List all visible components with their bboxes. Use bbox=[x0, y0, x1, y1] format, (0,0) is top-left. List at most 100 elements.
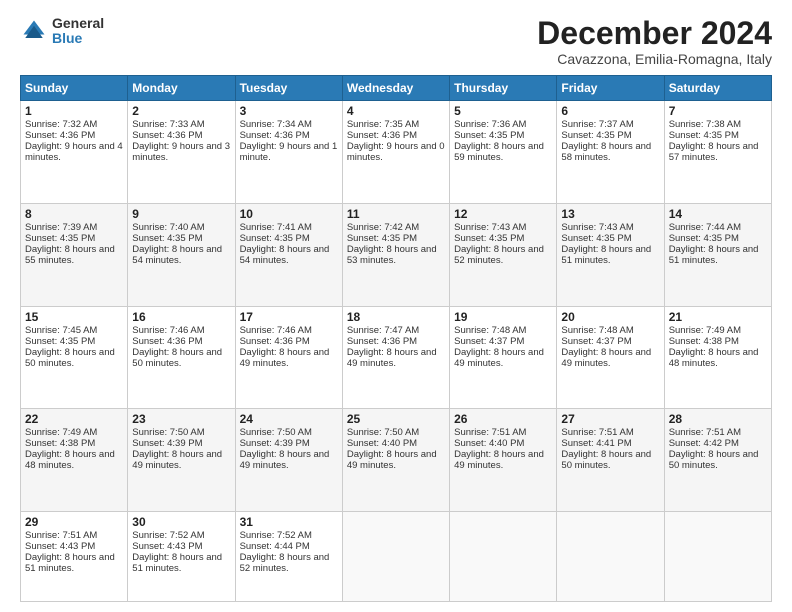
table-cell bbox=[557, 511, 664, 601]
sunset-label: Sunset: 4:36 PM bbox=[347, 336, 417, 347]
sunrise-label: Sunrise: 7:52 AM bbox=[132, 530, 204, 541]
sunset-label: Sunset: 4:35 PM bbox=[561, 233, 631, 244]
daylight-label: Daylight: 8 hours and 50 minutes. bbox=[132, 347, 222, 369]
table-cell: 23 Sunrise: 7:50 AM Sunset: 4:39 PM Dayl… bbox=[128, 409, 235, 512]
month-title: December 2024 bbox=[537, 16, 772, 51]
sunrise-label: Sunrise: 7:51 AM bbox=[454, 427, 526, 438]
day-number: 16 bbox=[132, 310, 230, 324]
sunset-label: Sunset: 4:38 PM bbox=[669, 336, 739, 347]
sunrise-label: Sunrise: 7:46 AM bbox=[132, 325, 204, 336]
table-cell: 25 Sunrise: 7:50 AM Sunset: 4:40 PM Dayl… bbox=[342, 409, 449, 512]
daylight-label: Daylight: 8 hours and 54 minutes. bbox=[240, 244, 330, 266]
sunrise-label: Sunrise: 7:42 AM bbox=[347, 222, 419, 233]
daylight-label: Daylight: 8 hours and 49 minutes. bbox=[454, 449, 544, 471]
sunrise-label: Sunrise: 7:40 AM bbox=[132, 222, 204, 233]
daylight-label: Daylight: 8 hours and 49 minutes. bbox=[561, 347, 651, 369]
day-number: 4 bbox=[347, 104, 445, 118]
day-number: 24 bbox=[240, 412, 338, 426]
day-number: 15 bbox=[25, 310, 123, 324]
col-sunday: Sunday bbox=[21, 76, 128, 101]
sunrise-label: Sunrise: 7:51 AM bbox=[25, 530, 97, 541]
sunset-label: Sunset: 4:36 PM bbox=[347, 130, 417, 141]
day-number: 30 bbox=[132, 515, 230, 529]
table-cell: 30 Sunrise: 7:52 AM Sunset: 4:43 PM Dayl… bbox=[128, 511, 235, 601]
sunrise-label: Sunrise: 7:50 AM bbox=[347, 427, 419, 438]
day-number: 31 bbox=[240, 515, 338, 529]
sunset-label: Sunset: 4:35 PM bbox=[347, 233, 417, 244]
sunrise-label: Sunrise: 7:50 AM bbox=[132, 427, 204, 438]
col-friday: Friday bbox=[557, 76, 664, 101]
sunset-label: Sunset: 4:38 PM bbox=[25, 438, 95, 449]
sunset-label: Sunset: 4:43 PM bbox=[25, 541, 95, 552]
sunrise-label: Sunrise: 7:35 AM bbox=[347, 119, 419, 130]
day-number: 11 bbox=[347, 207, 445, 221]
daylight-label: Daylight: 9 hours and 4 minutes. bbox=[25, 141, 123, 163]
day-number: 5 bbox=[454, 104, 552, 118]
sunset-label: Sunset: 4:35 PM bbox=[669, 233, 739, 244]
sunset-label: Sunset: 4:40 PM bbox=[347, 438, 417, 449]
table-cell: 14 Sunrise: 7:44 AM Sunset: 4:35 PM Dayl… bbox=[664, 203, 771, 306]
sunrise-label: Sunrise: 7:39 AM bbox=[25, 222, 97, 233]
sunrise-label: Sunrise: 7:47 AM bbox=[347, 325, 419, 336]
daylight-label: Daylight: 8 hours and 49 minutes. bbox=[347, 347, 437, 369]
sunrise-label: Sunrise: 7:51 AM bbox=[561, 427, 633, 438]
table-cell: 20 Sunrise: 7:48 AM Sunset: 4:37 PM Dayl… bbox=[557, 306, 664, 409]
day-number: 12 bbox=[454, 207, 552, 221]
daylight-label: Daylight: 8 hours and 50 minutes. bbox=[669, 449, 759, 471]
col-monday: Monday bbox=[128, 76, 235, 101]
table-cell: 9 Sunrise: 7:40 AM Sunset: 4:35 PM Dayli… bbox=[128, 203, 235, 306]
table-cell: 28 Sunrise: 7:51 AM Sunset: 4:42 PM Dayl… bbox=[664, 409, 771, 512]
table-cell: 6 Sunrise: 7:37 AM Sunset: 4:35 PM Dayli… bbox=[557, 101, 664, 204]
sunset-label: Sunset: 4:35 PM bbox=[240, 233, 310, 244]
daylight-label: Daylight: 8 hours and 49 minutes. bbox=[454, 347, 544, 369]
sunset-label: Sunset: 4:35 PM bbox=[669, 130, 739, 141]
header: General Blue December 2024 Cavazzona, Em… bbox=[20, 16, 772, 67]
daylight-label: Daylight: 8 hours and 49 minutes. bbox=[347, 449, 437, 471]
day-number: 1 bbox=[25, 104, 123, 118]
daylight-label: Daylight: 8 hours and 54 minutes. bbox=[132, 244, 222, 266]
sunset-label: Sunset: 4:39 PM bbox=[132, 438, 202, 449]
logo: General Blue bbox=[20, 16, 104, 47]
col-tuesday: Tuesday bbox=[235, 76, 342, 101]
daylight-label: Daylight: 9 hours and 0 minutes. bbox=[347, 141, 445, 163]
day-number: 22 bbox=[25, 412, 123, 426]
sunset-label: Sunset: 4:39 PM bbox=[240, 438, 310, 449]
table-cell bbox=[664, 511, 771, 601]
calendar-page: General Blue December 2024 Cavazzona, Em… bbox=[0, 0, 792, 612]
sunrise-label: Sunrise: 7:49 AM bbox=[669, 325, 741, 336]
day-number: 26 bbox=[454, 412, 552, 426]
table-cell: 17 Sunrise: 7:46 AM Sunset: 4:36 PM Dayl… bbox=[235, 306, 342, 409]
sunset-label: Sunset: 4:36 PM bbox=[240, 336, 310, 347]
table-cell: 12 Sunrise: 7:43 AM Sunset: 4:35 PM Dayl… bbox=[450, 203, 557, 306]
table-cell: 19 Sunrise: 7:48 AM Sunset: 4:37 PM Dayl… bbox=[450, 306, 557, 409]
sunset-label: Sunset: 4:36 PM bbox=[25, 130, 95, 141]
day-number: 19 bbox=[454, 310, 552, 324]
sunset-label: Sunset: 4:36 PM bbox=[240, 130, 310, 141]
sunset-label: Sunset: 4:35 PM bbox=[561, 130, 631, 141]
daylight-label: Daylight: 8 hours and 48 minutes. bbox=[669, 347, 759, 369]
table-cell: 10 Sunrise: 7:41 AM Sunset: 4:35 PM Dayl… bbox=[235, 203, 342, 306]
daylight-label: Daylight: 9 hours and 3 minutes. bbox=[132, 141, 230, 163]
sunset-label: Sunset: 4:40 PM bbox=[454, 438, 524, 449]
table-cell: 26 Sunrise: 7:51 AM Sunset: 4:40 PM Dayl… bbox=[450, 409, 557, 512]
col-saturday: Saturday bbox=[664, 76, 771, 101]
day-number: 13 bbox=[561, 207, 659, 221]
day-number: 9 bbox=[132, 207, 230, 221]
daylight-label: Daylight: 8 hours and 51 minutes. bbox=[669, 244, 759, 266]
daylight-label: Daylight: 8 hours and 59 minutes. bbox=[454, 141, 544, 163]
sunrise-label: Sunrise: 7:38 AM bbox=[669, 119, 741, 130]
daylight-label: Daylight: 8 hours and 50 minutes. bbox=[25, 347, 115, 369]
day-number: 7 bbox=[669, 104, 767, 118]
table-cell bbox=[342, 511, 449, 601]
sunrise-label: Sunrise: 7:41 AM bbox=[240, 222, 312, 233]
subtitle: Cavazzona, Emilia-Romagna, Italy bbox=[537, 51, 772, 67]
table-cell: 21 Sunrise: 7:49 AM Sunset: 4:38 PM Dayl… bbox=[664, 306, 771, 409]
sunrise-label: Sunrise: 7:45 AM bbox=[25, 325, 97, 336]
sunset-label: Sunset: 4:35 PM bbox=[25, 336, 95, 347]
day-number: 27 bbox=[561, 412, 659, 426]
sunset-label: Sunset: 4:36 PM bbox=[132, 336, 202, 347]
daylight-label: Daylight: 8 hours and 52 minutes. bbox=[454, 244, 544, 266]
table-cell: 2 Sunrise: 7:33 AM Sunset: 4:36 PM Dayli… bbox=[128, 101, 235, 204]
table-cell: 5 Sunrise: 7:36 AM Sunset: 4:35 PM Dayli… bbox=[450, 101, 557, 204]
day-number: 28 bbox=[669, 412, 767, 426]
